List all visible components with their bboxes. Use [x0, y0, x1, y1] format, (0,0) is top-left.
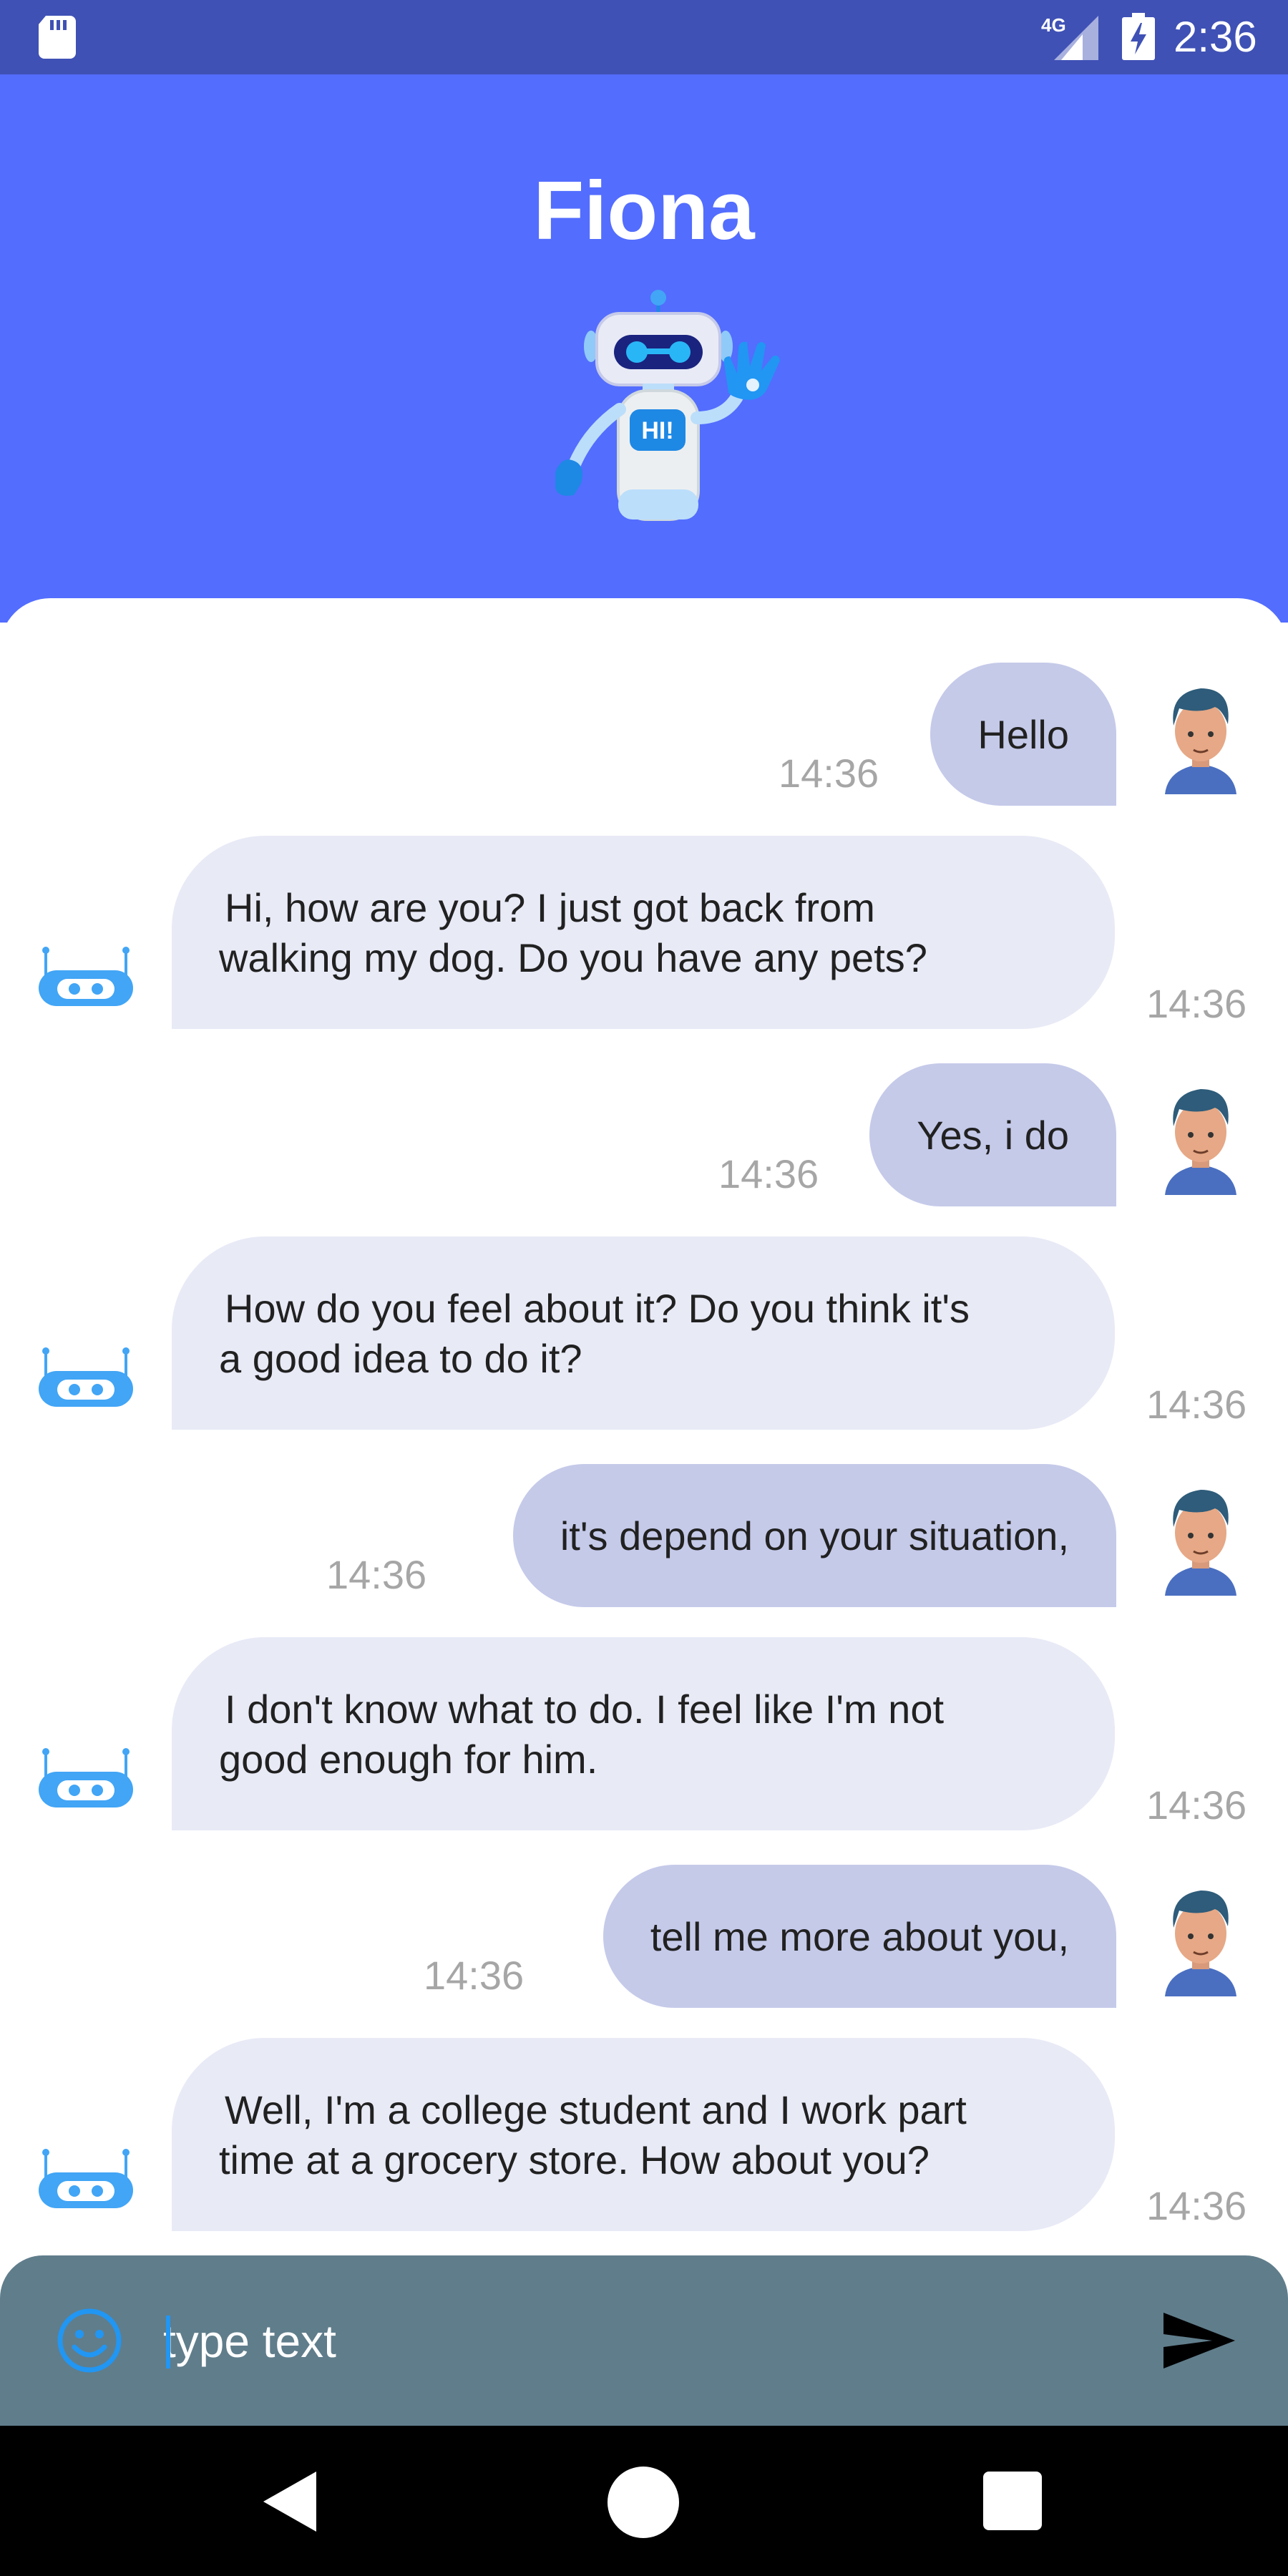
- message-row: Hello 14:36: [0, 663, 1288, 820]
- robot-badge-text: HI!: [641, 417, 673, 444]
- user-message-bubble: it's depend on your situation,: [512, 1464, 1116, 1607]
- robot-head-icon: [39, 2149, 133, 2208]
- robot-head-icon: [39, 1347, 133, 1407]
- battery-charging-icon: [1122, 13, 1155, 60]
- message-row: I don't know what to do. I feel like I'm…: [0, 1637, 1288, 1830]
- bot-message-line: I don't know what to do. I feel like I'm…: [225, 1687, 945, 1732]
- message-row: Well, I'm a college student and I work p…: [0, 2038, 1288, 2231]
- message-row: Hi, how are you? I just got back from wa…: [0, 836, 1288, 1029]
- message-time: 14:36: [1146, 2183, 1247, 2228]
- robot-head-icon: [39, 947, 133, 1006]
- bot-message-bubble: I don't know what to do. I feel like I'm…: [172, 1637, 1115, 1830]
- signal-icon: 4G: [1041, 14, 1098, 60]
- chat-header: Fiona HI!: [0, 74, 1288, 638]
- bot-message-line: Hi, how are you? I just got back from: [225, 885, 875, 930]
- bot-message-line: a good idea to do it?: [219, 1336, 582, 1381]
- user-avatar-icon: [1165, 1089, 1236, 1195]
- bot-message-bubble: Hi, how are you? I just got back from wa…: [172, 836, 1115, 1029]
- user-avatar-icon: [1165, 1490, 1236, 1596]
- network-type-label: 4G: [1041, 14, 1066, 36]
- sd-card-icon: [39, 16, 76, 59]
- bot-message-line: How do you feel about it? Do you think i…: [225, 1286, 970, 1331]
- user-message-bubble: Hello: [930, 663, 1116, 806]
- message-time: 14:36: [1146, 1382, 1247, 1427]
- bot-message-bubble: Well, I'm a college student and I work p…: [172, 2038, 1115, 2231]
- bot-message-line: good enough for him.: [219, 1737, 598, 1782]
- user-message-bubble: Yes, i do: [869, 1063, 1116, 1206]
- page-title: Fiona: [533, 164, 755, 257]
- message-time: 14:36: [1146, 981, 1247, 1026]
- status-bar: 4G 2:36: [0, 0, 1288, 74]
- text-caret: [166, 2316, 170, 2368]
- chat-messages[interactable]: Hello 14:36 Hi, how are you? I just got …: [0, 598, 1288, 2255]
- robot-head-icon: [39, 1748, 133, 1807]
- message-input[interactable]: [162, 2303, 1095, 2380]
- send-icon[interactable]: [1159, 2307, 1238, 2374]
- message-time: 14:36: [718, 1151, 819, 1196]
- bot-message-line: Well, I'm a college student and I work p…: [225, 2087, 967, 2132]
- message-row: tell me more about you, 14:36: [0, 1865, 1288, 2022]
- system-navigation-bar: [0, 2426, 1288, 2576]
- bot-message-bubble: How do you feel about it? Do you think i…: [172, 1236, 1115, 1430]
- message-row: How do you feel about it? Do you think i…: [0, 1236, 1288, 1430]
- recents-icon[interactable]: [980, 2469, 1045, 2533]
- bot-message-line: time at a grocery store. How about you?: [219, 2137, 930, 2182]
- message-time: 14:36: [779, 751, 879, 796]
- back-icon[interactable]: [255, 2466, 326, 2537]
- user-message-bubble: tell me more about you,: [602, 1865, 1116, 2008]
- message-time: 14:36: [1146, 1782, 1247, 1828]
- message-composer: [0, 2255, 1288, 2426]
- message-time: 14:36: [326, 1552, 427, 1597]
- user-avatar-icon: [1165, 688, 1236, 794]
- user-avatar-icon: [1165, 1890, 1236, 1996]
- home-icon[interactable]: [605, 2464, 681, 2540]
- emoji-icon[interactable]: [56, 2307, 123, 2374]
- message-time: 14:36: [424, 1953, 525, 1998]
- message-row: it's depend on your situation, 14:36: [0, 1464, 1288, 1621]
- status-time: 2:36: [1174, 13, 1257, 61]
- bot-message-line: walking my dog. Do you have any pets?: [219, 935, 927, 980]
- message-row: Yes, i do 14:36: [0, 1063, 1288, 1221]
